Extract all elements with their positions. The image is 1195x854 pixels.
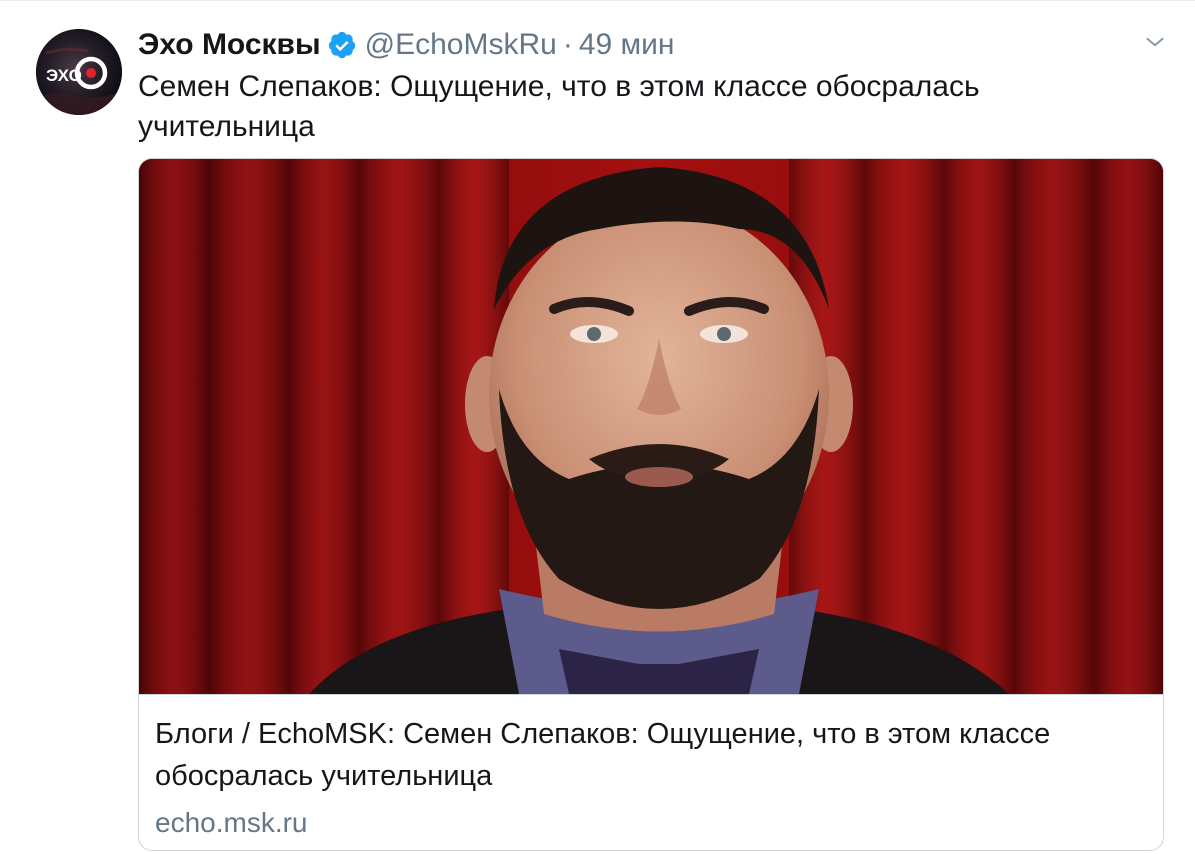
link-preview-card[interactable]: Блоги / EchoMSK: Семен Слепаков: Ощущени… [138, 158, 1164, 851]
tweet-header: Эхо Москвы @EchoMskRu · 49 мин [138, 23, 674, 67]
avatar[interactable]: ЭХО [36, 29, 122, 115]
card-domain: echo.msk.ru [155, 807, 308, 838]
author-handle[interactable]: @EchoMskRu [365, 28, 557, 62]
author-name[interactable]: Эхо Москвы [138, 28, 321, 62]
separator-dot: · [562, 28, 573, 61]
card-body: Блоги / EchoMSK: Семен Слепаков: Ощущени… [139, 694, 1163, 850]
tweet-text: Семен Слепаков: Ощущение, что в этом кла… [138, 70, 980, 143]
card-title: Блоги / EchoMSK: Семен Слепаков: Ощущени… [155, 718, 1051, 792]
verified-badge-icon [327, 30, 357, 60]
tweet-timestamp[interactable]: 49 мин [579, 28, 675, 62]
card-image [139, 159, 1163, 694]
avatar-logo: ЭХО [36, 29, 122, 115]
tweet[interactable]: ЭХО Эхо Москвы @EchoMskRu · 49 мин Семен… [0, 0, 1195, 854]
avatar-logo-text: ЭХО [46, 66, 82, 85]
chevron-down-icon[interactable] [1142, 29, 1168, 55]
